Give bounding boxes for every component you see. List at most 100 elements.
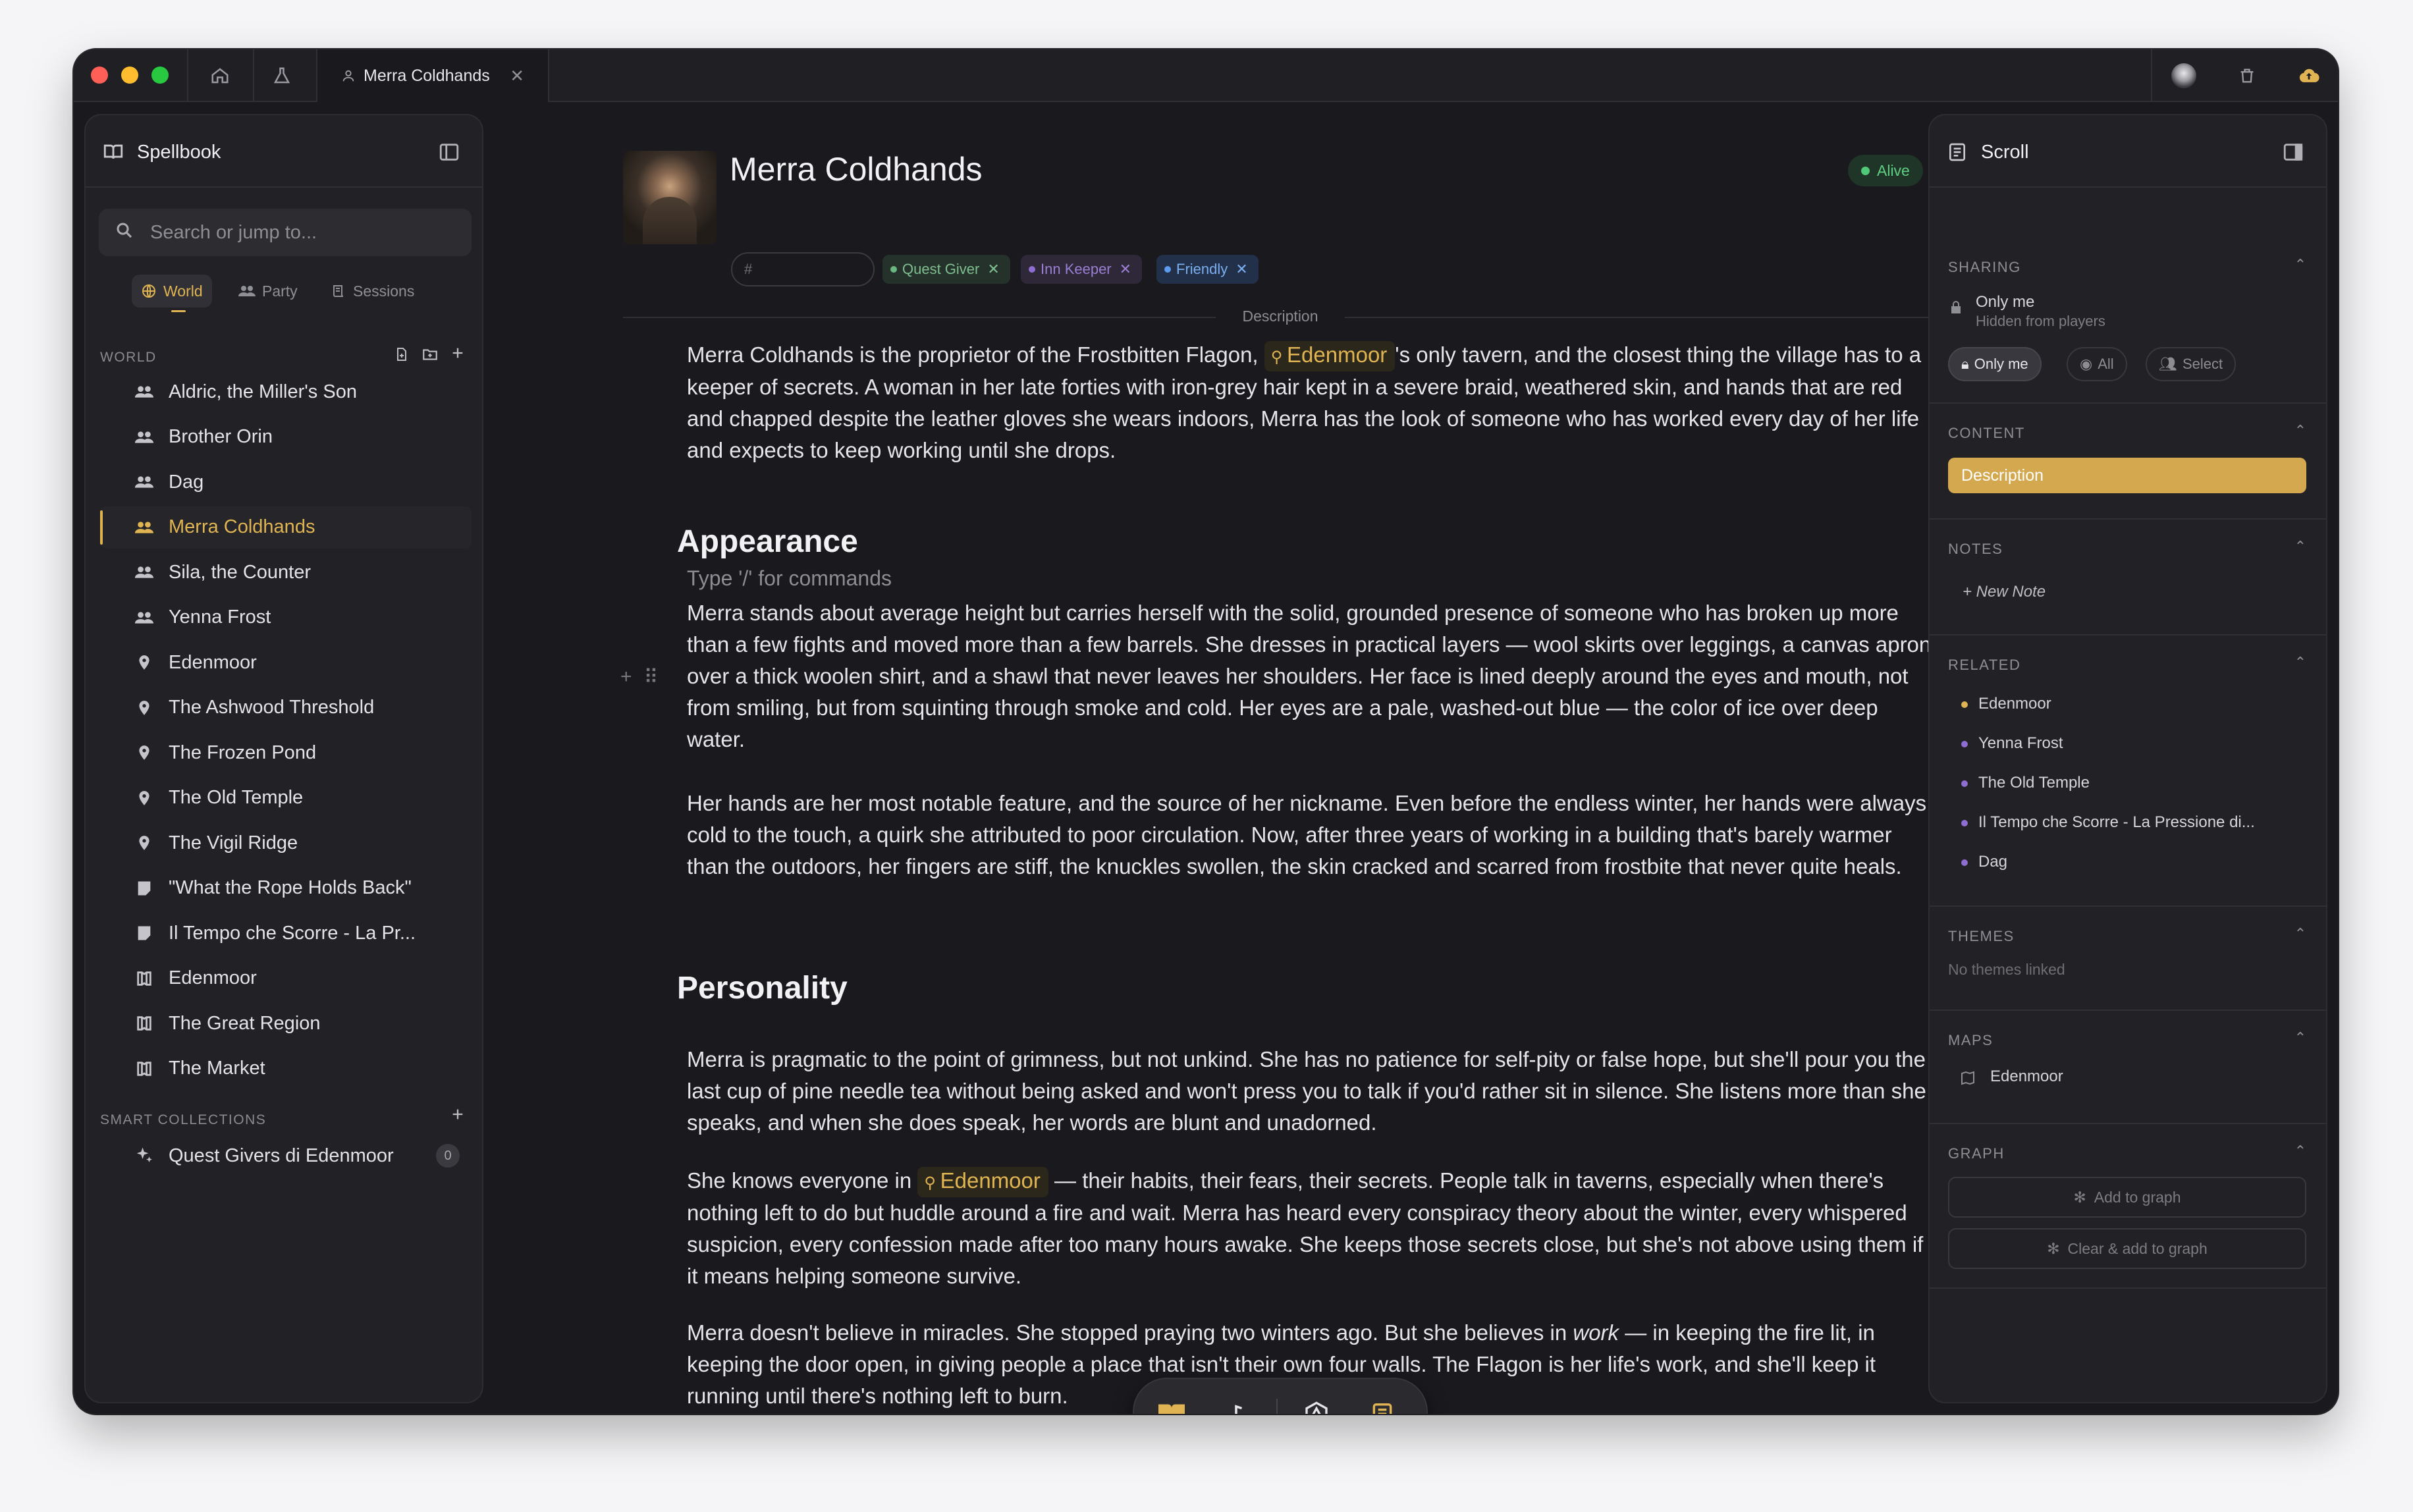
status-badge[interactable]: Alive — [1848, 155, 1923, 186]
minimize-window-button[interactable] — [121, 67, 138, 84]
map-icon — [133, 967, 155, 990]
remove-tag-icon[interactable]: ✕ — [1120, 261, 1131, 278]
scroll-title: Scroll — [1981, 142, 2029, 163]
sidebar-item[interactable]: Merra Coldhands — [100, 506, 472, 549]
people-icon: 👥︎ — [2159, 356, 2177, 372]
segment-sessions[interactable]: Sessions — [321, 275, 423, 308]
open-book-icon[interactable] — [1156, 1399, 1187, 1414]
lock-icon: 🔒︎ — [1961, 356, 1969, 372]
people-icon — [133, 381, 155, 403]
related-item[interactable]: The Old Temple — [1961, 774, 2090, 792]
add-collection-icon[interactable] — [450, 1107, 465, 1121]
tab-merra-coldhands[interactable]: Merra Coldhands ✕ — [317, 49, 548, 102]
block-handle[interactable]: + ⠿ — [620, 666, 659, 689]
character-portrait[interactable] — [623, 151, 717, 244]
sidebar-item[interactable]: The Great Region — [100, 1002, 472, 1044]
content-description-item[interactable]: Description — [1948, 458, 2306, 493]
home-icon[interactable] — [207, 63, 233, 89]
themes-label: THEMES — [1948, 928, 2015, 944]
sharing-select-button[interactable]: 👥︎ Select — [2146, 347, 2237, 381]
map-item[interactable]: Edenmoor — [1990, 1067, 2063, 1086]
sharing-all-button[interactable]: ◉ All — [2067, 347, 2127, 381]
sidebar-item[interactable]: The Market — [100, 1048, 472, 1090]
page-title[interactable]: Merra Coldhands — [730, 150, 983, 188]
cloud-upload-icon[interactable] — [2296, 63, 2322, 89]
trash-icon[interactable] — [2234, 63, 2260, 89]
new-note-button[interactable]: + New Note — [1963, 583, 2046, 601]
smart-collection-item[interactable]: Quest Givers di Edenmoor 0 — [100, 1135, 472, 1177]
sidebar-item-label: Edenmoor — [169, 651, 257, 673]
sidebar-item[interactable]: Brother Orin — [100, 416, 472, 458]
collapse-panel-icon[interactable] — [2280, 139, 2306, 165]
scroll-panel: Scroll SHARING ⌃ Only me Hidden from pla… — [1928, 114, 2327, 1403]
drag-handle-icon[interactable]: ⠿ — [644, 666, 659, 689]
sidebar-item[interactable]: Edenmoor — [100, 958, 472, 1000]
collapse-sidebar-icon[interactable] — [436, 139, 462, 165]
sidebar-item-label: The Great Region — [169, 1012, 321, 1034]
sidebar-item[interactable]: The Old Temple — [100, 777, 472, 819]
maps-label: MAPS — [1948, 1032, 1993, 1048]
related-item[interactable]: Yenna Frost — [1961, 734, 2063, 753]
intro-paragraph[interactable]: Merra Coldhands is the proprietor of the… — [687, 339, 1938, 466]
location-pin-icon: ⚲ — [924, 1174, 940, 1192]
sidebar-item[interactable]: Sila, the Counter — [100, 551, 472, 593]
add-to-graph-button[interactable]: ✻ Add to graph — [1948, 1177, 2306, 1218]
sharing-only-me-button[interactable]: 🔒︎ Only me — [1948, 347, 2042, 381]
chevron-up-icon[interactable]: ⌃ — [2294, 256, 2306, 273]
sidebar-item[interactable]: Aldric, the Miller's Son — [100, 371, 472, 413]
tag-quest-giver[interactable]: Quest Giver ✕ — [882, 255, 1010, 284]
remove-tag-icon[interactable]: ✕ — [987, 261, 999, 278]
dice-icon[interactable] — [1301, 1399, 1332, 1414]
tab-close-icon[interactable]: ✕ — [510, 66, 524, 86]
new-file-icon[interactable] — [394, 346, 410, 363]
flask-icon[interactable] — [269, 63, 295, 89]
chevron-up-icon[interactable]: ⌃ — [2294, 422, 2306, 439]
sidebar-item[interactable]: The Frozen Pond — [100, 732, 472, 774]
sidebar-item[interactable]: "What the Rope Holds Back" — [100, 867, 472, 909]
add-icon[interactable] — [450, 346, 465, 363]
related-item[interactable]: Edenmoor — [1961, 695, 2051, 713]
sidebar-item[interactable]: The Ashwood Threshold — [100, 687, 472, 729]
notes-icon[interactable] — [1367, 1399, 1397, 1414]
avatar[interactable] — [2171, 63, 2197, 89]
tag-friendly[interactable]: Friendly ✕ — [1156, 255, 1259, 284]
search-input[interactable]: Search or jump to... — [99, 209, 472, 256]
appearance-paragraph-1[interactable]: Merra stands about average height but ca… — [687, 597, 1938, 755]
note-icon — [133, 922, 155, 944]
appearance-paragraph-2[interactable]: Her hands are her most notable feature, … — [687, 788, 1938, 882]
remove-tag-icon[interactable]: ✕ — [1235, 261, 1247, 278]
tag-inn-keeper[interactable]: Inn Keeper ✕ — [1021, 255, 1143, 284]
related-item[interactable]: Dag — [1961, 853, 2007, 871]
sidebar-item[interactable]: The Vigil Ridge — [100, 822, 472, 864]
lock-icon — [1948, 298, 1964, 317]
zoom-window-button[interactable] — [151, 67, 169, 84]
location-mention[interactable]: ⚲ Edenmoor — [1264, 341, 1396, 371]
sidebar-item-label: Aldric, the Miller's Son — [169, 381, 357, 402]
sidebar-item[interactable]: Dag — [100, 461, 472, 503]
music-note-icon[interactable] — [1221, 1399, 1251, 1414]
sidebar-header: Spellbook — [86, 115, 482, 188]
chevron-up-icon[interactable]: ⌃ — [2294, 538, 2306, 555]
related-item[interactable]: Il Tempo che Scorre - La Pressione di... — [1961, 813, 2255, 832]
new-folder-icon[interactable] — [421, 346, 439, 363]
sidebar-item[interactable]: Yenna Frost — [100, 597, 472, 639]
clear-and-add-to-graph-button[interactable]: ✻ Clear & add to graph — [1948, 1228, 2306, 1269]
heading-personality[interactable]: Personality — [677, 970, 848, 1006]
segment-world[interactable]: World — [132, 275, 212, 308]
personality-paragraph-2[interactable]: She knows everyone in ⚲ Edenmoor — their… — [687, 1165, 1938, 1292]
close-window-button[interactable] — [91, 67, 108, 84]
add-block-icon[interactable]: + — [620, 666, 632, 689]
segment-party[interactable]: Party — [229, 275, 307, 308]
sidebar-item[interactable]: Edenmoor — [100, 641, 472, 684]
scroll-icon — [331, 283, 346, 299]
chevron-up-icon[interactable]: ⌃ — [2294, 1143, 2306, 1160]
personality-paragraph-1[interactable]: Merra is pragmatic to the point of grimn… — [687, 1044, 1938, 1139]
sidebar-item[interactable]: Il Tempo che Scorre - La Pr... — [100, 912, 472, 954]
location-pin-icon — [133, 832, 155, 854]
chevron-up-icon[interactable]: ⌃ — [2294, 925, 2306, 942]
chevron-up-icon[interactable]: ⌃ — [2294, 654, 2306, 671]
chevron-up-icon[interactable]: ⌃ — [2294, 1029, 2306, 1046]
tag-input[interactable]: # — [731, 252, 875, 286]
location-mention[interactable]: ⚲ Edenmoor — [917, 1167, 1048, 1197]
heading-appearance[interactable]: Appearance — [677, 524, 858, 560]
